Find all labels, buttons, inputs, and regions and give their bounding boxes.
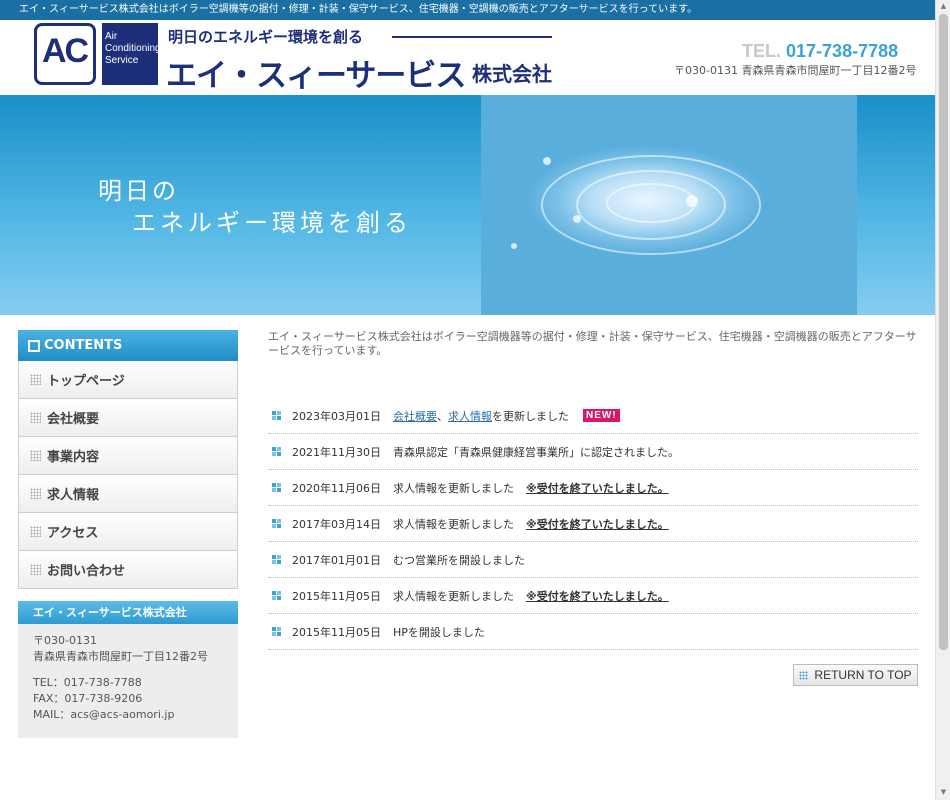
dot-grid-icon: [30, 374, 41, 385]
intro-text: エイ・スィーサービス株式会社はボイラー空調機器等の据付・修理・計装・保守サービス…: [268, 330, 917, 357]
tel-label: TEL.: [742, 41, 781, 61]
link-company-overview[interactable]: 会社概要: [393, 408, 437, 424]
return-to-top-button[interactable]: RETURN TO TOP: [793, 664, 918, 686]
news-text: 求人情報を更新しました: [393, 481, 514, 495]
main-content: エイ・スィーサービス株式会社はボイラー空調機器等の据付・修理・計装・保守サービス…: [268, 330, 918, 686]
news-text: 求人情報を更新しました: [393, 589, 514, 603]
news-bullet-icon: [272, 519, 281, 528]
dot-grid-icon: [30, 488, 41, 499]
company-info-body: 〒030-0131 青森県青森市問屋町一丁目12番2号 TEL：017-738-…: [18, 624, 238, 738]
news-text: 青森県認定「青森県健康経営事業所」に認定されました。: [393, 445, 679, 459]
news-date: 2023年03月01日: [292, 409, 381, 423]
news-date: 2015年11月05日: [292, 625, 381, 639]
news-item: 2021年11月30日 青森県認定「青森県健康経営事業所」に認定されました。: [268, 434, 918, 470]
company-info-title: エイ・スィーサービス株式会社: [18, 601, 238, 624]
nav-label: トップページ: [47, 374, 125, 389]
news-text: HPを開設しました: [393, 625, 485, 639]
logo-ac-text: AC: [42, 32, 89, 70]
nav-label: 求人情報: [47, 488, 100, 503]
header-tel: TEL. 017-738-7788: [742, 41, 898, 62]
news-bullet-icon: [272, 411, 281, 420]
contents-header: CONTENTS: [18, 330, 238, 361]
brand-suffix: 株式会社: [472, 62, 552, 86]
news-date: 2017年01月01日: [292, 553, 381, 567]
news-separator: 、: [437, 409, 448, 423]
dot-grid-icon: [30, 526, 41, 537]
news-date: 2017年03月14日: [292, 517, 381, 531]
dot-grid-icon: [799, 670, 809, 680]
news-item: 2020年11月06日 求人情報を更新しました ※受付を終了いたしました。: [268, 470, 918, 506]
hero-line-1: 明日の: [98, 177, 179, 205]
news-list: 2023年03月01日 会社概要 、 求人情報 を更新しました NEW! 202…: [268, 398, 918, 650]
company-mail: MAIL：acs@acs-aomori.jp: [33, 708, 175, 721]
logo-side-text: Air Conditioning Service: [102, 23, 161, 85]
top-tagline: エイ・スィーサービス株式会社はボイラー空調機等の据付・修理・計装・保守サービス、…: [0, 0, 935, 20]
nav-label: 会社概要: [47, 412, 100, 427]
sidebar: CONTENTS トップページ 会社概要 事業内容 求人情報 アクセス お問い合…: [18, 330, 238, 738]
news-item: 2017年03月14日 求人情報を更新しました ※受付を終了いたしました。: [268, 506, 918, 542]
scroll-down-arrow-icon[interactable]: ▼: [939, 788, 948, 797]
nav-item-recruit[interactable]: 求人情報: [18, 475, 238, 513]
dot-grid-icon: [30, 412, 41, 423]
nav-label: 事業内容: [47, 450, 100, 465]
hero-line-2: エネルギー環境を創る: [132, 209, 412, 237]
company-fax: FAX：017-738-9206: [33, 692, 143, 705]
return-label: RETURN TO TOP: [814, 668, 912, 682]
brand-name: エイ・スィーサービス: [166, 58, 466, 94]
news-bullet-icon: [272, 627, 281, 636]
nav-item-top[interactable]: トップページ: [18, 361, 238, 399]
contents-square-icon: [28, 339, 40, 352]
news-date: 2015年11月05日: [292, 589, 381, 603]
company-tel: TEL：017-738-7788: [33, 676, 142, 689]
logo-ac-mark[interactable]: AC: [34, 23, 96, 85]
header-slogan: 明日のエネルギー環境を創る: [168, 28, 364, 46]
news-text: むつ営業所を開設しました: [393, 553, 525, 567]
site-header: AC Air Conditioning Service 明日のエネルギー環境を創…: [0, 20, 935, 95]
news-item: 2017年01月01日 むつ営業所を開設しました: [268, 542, 918, 578]
news-bullet-icon: [272, 555, 281, 564]
news-date: 2020年11月06日: [292, 481, 381, 495]
nav-label: お問い合わせ: [47, 564, 126, 579]
news-bullet-icon: [272, 483, 281, 492]
dot-grid-icon: [30, 564, 41, 575]
link-recruit-info[interactable]: 求人情報: [448, 408, 492, 424]
header-address: 〒030-0131 青森県青森市問屋町一丁目12番2号: [674, 64, 917, 77]
news-item: 2015年11月05日 求人情報を更新しました ※受付を終了いたしました。: [268, 578, 918, 614]
slogan-rule: [392, 36, 552, 38]
news-bullet-icon: [272, 447, 281, 456]
news-notice: ※受付を終了いたしました。: [526, 517, 669, 531]
company-postal: 〒030-0131: [33, 634, 97, 647]
nav-item-contact[interactable]: お問い合わせ: [18, 551, 238, 589]
tel-number: 017-738-7788: [786, 41, 899, 61]
water-ripple-image: [481, 95, 857, 315]
news-notice: ※受付を終了いたしました。: [526, 481, 669, 495]
scroll-thumb[interactable]: [939, 14, 948, 650]
page: エイ・スィーサービス株式会社はボイラー空調機等の据付・修理・計装・保守サービス、…: [0, 0, 950, 800]
contents-title: CONTENTS: [44, 338, 123, 353]
nav-label: アクセス: [47, 526, 99, 541]
company-address: 青森県青森市問屋町一丁目12番2号: [33, 650, 208, 663]
news-notice: ※受付を終了いたしました。: [526, 589, 669, 603]
scroll-up-arrow-icon[interactable]: ▲: [939, 2, 948, 11]
news-date: 2021年11月30日: [292, 445, 381, 459]
nav-item-access[interactable]: アクセス: [18, 513, 238, 551]
vertical-scrollbar[interactable]: ▲ ▼: [935, 0, 950, 800]
news-text: を更新しました: [492, 409, 569, 423]
dot-grid-icon: [30, 450, 41, 461]
hero-banner: 明日の エネルギー環境を創る: [0, 95, 935, 315]
news-item: 2015年11月05日 HPを開設しました: [268, 614, 918, 650]
news-text: 求人情報を更新しました: [393, 517, 514, 531]
company-info-box: エイ・スィーサービス株式会社 〒030-0131 青森県青森市問屋町一丁目12番…: [18, 601, 238, 738]
news-bullet-icon: [272, 591, 281, 600]
news-item: 2023年03月01日 会社概要 、 求人情報 を更新しました NEW!: [268, 398, 918, 434]
nav-item-business[interactable]: 事業内容: [18, 437, 238, 475]
nav-item-company[interactable]: 会社概要: [18, 399, 238, 437]
new-badge: NEW!: [583, 409, 620, 422]
